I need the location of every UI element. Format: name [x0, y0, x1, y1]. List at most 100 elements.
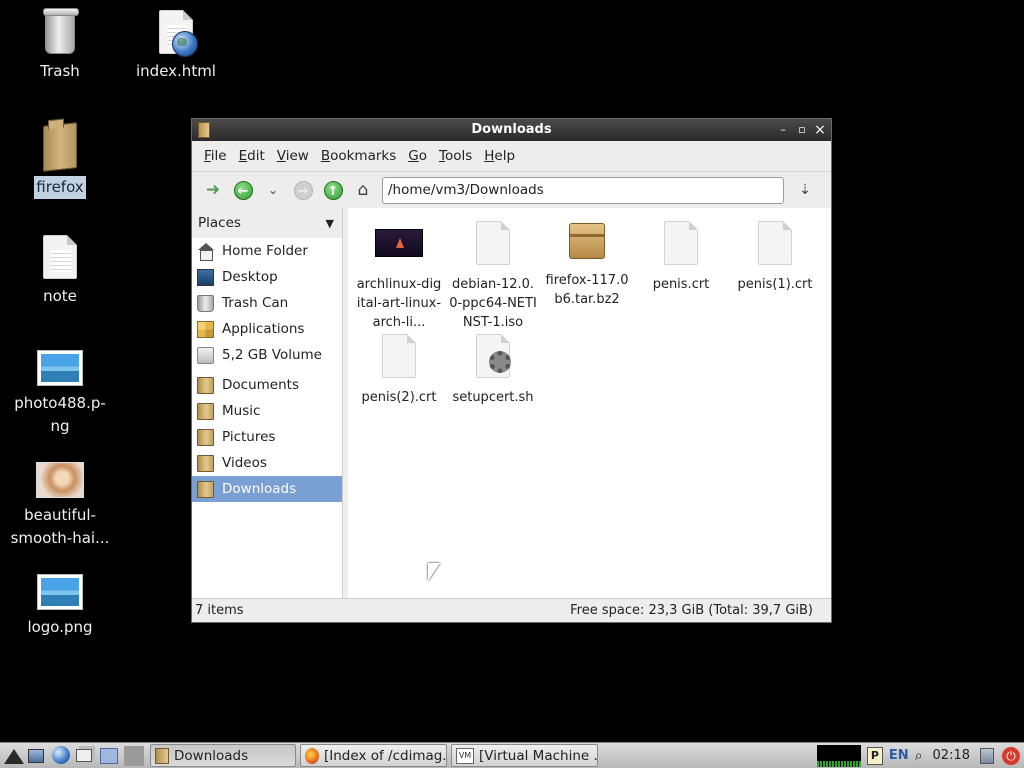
- back-arrow-icon: ←: [233, 180, 253, 200]
- go-button[interactable]: ⇣: [790, 175, 820, 205]
- file-manager-launcher[interactable]: [28, 746, 48, 766]
- sidebar-item-documents[interactable]: Documents: [192, 372, 342, 398]
- clipboard-icon[interactable]: P: [866, 746, 883, 765]
- file-manager-window: Downloads – ▫ × File Edit View Bookmarks…: [191, 118, 832, 623]
- folder-icon: [197, 376, 214, 394]
- workspace-icon: [100, 747, 118, 764]
- file-name: firefox-117.0b6.tar.bz2: [545, 273, 629, 307]
- windows-icon: [76, 748, 92, 762]
- menu-bookmarks[interactable]: Bookmarks: [315, 148, 402, 164]
- sidebar-item-videos[interactable]: Videos: [192, 450, 342, 476]
- back-button[interactable]: ←: [228, 175, 258, 205]
- sidebar-item-label: Videos: [222, 455, 267, 471]
- menu-view[interactable]: View: [271, 148, 315, 164]
- sidebar-item-downloads[interactable]: Downloads: [192, 476, 342, 502]
- desktop-icon-beautiful-smooth[interactable]: beautiful-smooth-hai...: [5, 462, 115, 550]
- system-tray: P EN ⌕ 02:18 ⏻: [816, 743, 1024, 768]
- sidebar-item-trash-can[interactable]: Trash Can: [192, 290, 342, 316]
- cpu-monitor[interactable]: [816, 744, 861, 767]
- sidebar-item-home-folder[interactable]: Home Folder: [192, 238, 342, 264]
- history-dropdown-button[interactable]: ⌄: [258, 175, 288, 205]
- certificate-file-icon: [758, 221, 792, 265]
- sidebar-title: Places: [198, 215, 241, 231]
- folder-icon: [198, 122, 210, 138]
- start-menu-button[interactable]: [4, 746, 24, 766]
- sidebar-item-desktop[interactable]: Desktop: [192, 264, 342, 290]
- task-label: Downloads: [174, 747, 249, 764]
- desktop-icon: [197, 268, 214, 286]
- desktop-icon-logo[interactable]: logo.png: [5, 574, 115, 639]
- sidebar-item-pictures[interactable]: Pictures: [192, 424, 342, 450]
- sidebar-header[interactable]: Places ▼: [192, 208, 342, 238]
- file-item[interactable]: setupcert.sh: [446, 326, 540, 407]
- folder-icon: [197, 402, 214, 420]
- vm-icon: VM: [456, 747, 474, 764]
- minimize-button[interactable]: –: [775, 122, 791, 138]
- desktop-icon-note[interactable]: note: [5, 235, 115, 308]
- file-icon: [476, 221, 510, 265]
- browser-launcher[interactable]: [52, 745, 72, 766]
- folder-icon: [155, 747, 169, 764]
- keyboard-layout[interactable]: EN: [889, 748, 909, 763]
- file-item[interactable]: penis.crt: [634, 213, 728, 294]
- globe-icon: [52, 745, 70, 764]
- sidebar-item-applications[interactable]: Applications: [192, 316, 342, 342]
- menu-edit[interactable]: Edit: [233, 148, 271, 164]
- up-button[interactable]: ↑: [318, 175, 348, 205]
- sidebar-item-music[interactable]: Music: [192, 398, 342, 424]
- desktop-icon-label: firefox: [34, 176, 86, 199]
- firefox-icon: [305, 747, 319, 764]
- task-firefox[interactable]: [Index of /cdimag...: [300, 744, 447, 767]
- menu-help[interactable]: Help: [478, 148, 521, 164]
- file-item[interactable]: debian-12.0.0-ppc64-NETINST-1.iso: [446, 213, 540, 332]
- drive-icon: [197, 346, 214, 364]
- sidebar-item-label: Music: [222, 403, 261, 419]
- mouse-cursor: [428, 563, 440, 581]
- power-icon[interactable]: ⏻: [1002, 746, 1020, 765]
- clock[interactable]: 02:18: [933, 748, 970, 763]
- file-name: penis.crt: [652, 277, 710, 292]
- maximize-button[interactable]: ▫: [794, 122, 810, 138]
- go-arrow-icon: ⇣: [799, 182, 811, 198]
- file-view: archlinux-digital-art-linux-arch-li... d…: [348, 208, 831, 598]
- lock-screen-icon[interactable]: [980, 747, 994, 764]
- sidebar-item-label: 5,2 GB Volume: [222, 347, 322, 363]
- desktop-icon-trash[interactable]: Trash: [5, 8, 115, 83]
- file-name: setupcert.sh: [452, 390, 534, 405]
- forward-button[interactable]: →: [288, 175, 318, 205]
- show-desktop-button[interactable]: [76, 746, 96, 766]
- desktop-icon-label: photo488.p-ng: [14, 394, 106, 435]
- new-tab-icon: ➜: [205, 180, 221, 200]
- folder-icon: [197, 480, 214, 498]
- toolbar: ➜ ← ⌄ → ↑ ⌂ /home/vm3/Downloads ⇣: [192, 171, 831, 209]
- desktop-switcher[interactable]: [100, 746, 120, 766]
- desktop-icon-firefox[interactable]: firefox: [5, 122, 115, 199]
- sidebar-item-volume[interactable]: 5,2 GB Volume: [192, 342, 342, 368]
- certificate-file-icon: [664, 221, 698, 265]
- desktop-icon-index-html[interactable]: index.html: [121, 10, 231, 83]
- file-item[interactable]: firefox-117.0b6.tar.bz2: [540, 213, 634, 309]
- desktop-icon-label: index.html: [136, 62, 216, 80]
- desktop-icon-photo488[interactable]: photo488.p-ng: [5, 350, 115, 438]
- item-count: 7 items: [195, 603, 244, 618]
- file-item[interactable]: archlinux-digital-art-linux-arch-li...: [352, 213, 446, 332]
- home-button[interactable]: ⌂: [348, 175, 378, 205]
- window-titlebar[interactable]: Downloads – ▫ ×: [192, 119, 831, 141]
- menu-file[interactable]: File: [198, 148, 233, 164]
- content-area: Places ▼ Home Folder Desktop Trash Can A…: [192, 208, 831, 598]
- task-virtual-machine[interactable]: VM [Virtual Machine ...: [451, 744, 598, 767]
- sidebar-item-label: Trash Can: [222, 295, 289, 311]
- task-downloads[interactable]: Downloads: [150, 744, 296, 767]
- address-bar[interactable]: /home/vm3/Downloads: [382, 176, 784, 204]
- file-name: penis(1).crt: [737, 277, 813, 292]
- gear-icon: [489, 351, 511, 373]
- file-item[interactable]: penis(2).crt: [352, 326, 446, 407]
- search-icon[interactable]: ⌕: [915, 748, 923, 764]
- menu-tools[interactable]: Tools: [433, 148, 478, 164]
- menu-go[interactable]: Go: [402, 148, 433, 164]
- image-thumbnail-icon: [375, 229, 423, 257]
- file-name: debian-12.0.0-ppc64-NETINST-1.iso: [449, 277, 537, 330]
- file-item[interactable]: penis(1).crt: [728, 213, 822, 294]
- new-tab-button[interactable]: ➜: [198, 175, 228, 205]
- close-button[interactable]: ×: [812, 122, 828, 138]
